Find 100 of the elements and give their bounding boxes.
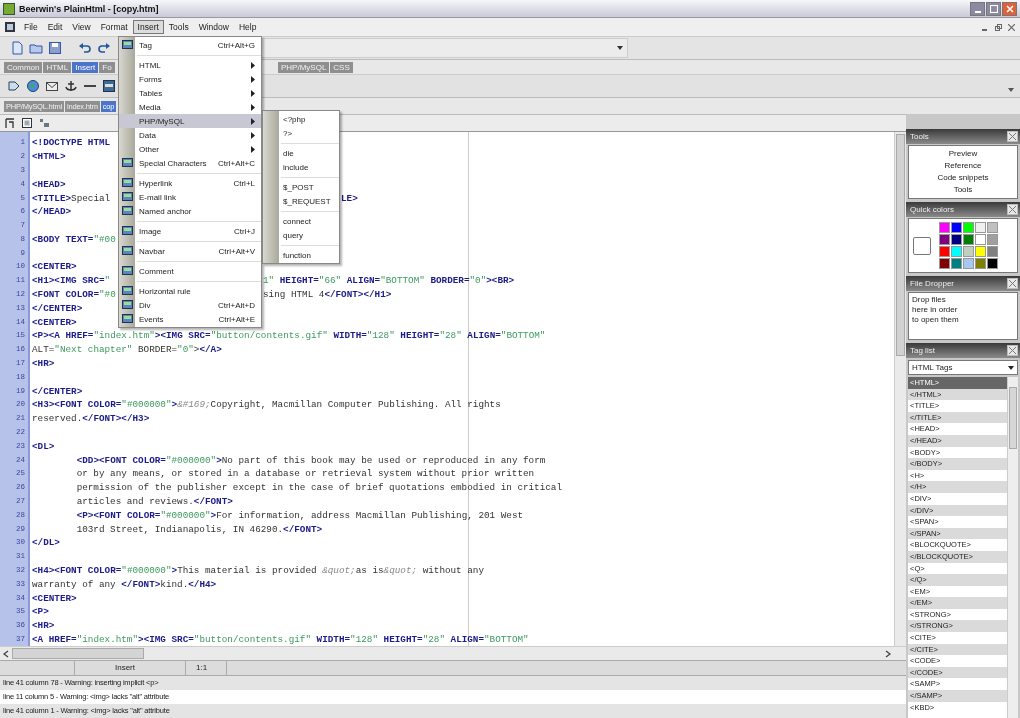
save-icon[interactable] — [48, 41, 62, 55]
caret-icon — [617, 46, 623, 50]
menu-item[interactable]: Window — [193, 20, 234, 34]
menu-item[interactable]: File — [19, 20, 43, 34]
close-icon[interactable] — [1008, 23, 1015, 31]
menu-option[interactable]: Navbar Ctrl+Alt+V — [119, 244, 261, 258]
panel-close-button[interactable] — [1007, 204, 1018, 215]
maximize-button[interactable] — [986, 1, 1001, 16]
panel-close-button[interactable] — [1007, 278, 1018, 289]
code-line: sing HTML 4</FONT></H1> — [263, 288, 392, 302]
code-editor[interactable] — [0, 131, 906, 647]
menu-option[interactable]: Comment — [119, 264, 261, 278]
framed-image-icon[interactable] — [21, 117, 33, 130]
current-color-swatch[interactable] — [913, 236, 931, 255]
code-line: <TITLE>Special — [32, 192, 111, 204]
envelope-icon[interactable] — [45, 79, 59, 93]
code-line: <HR> — [32, 620, 55, 632]
caret-icon[interactable] — [1008, 88, 1014, 92]
panel-close-button[interactable] — [1007, 345, 1018, 356]
menu-option[interactable]: Named anchor — [119, 204, 261, 218]
menu-option[interactable]: Data — [119, 128, 261, 142]
menu-option[interactable]: E-mail link — [119, 190, 261, 204]
tool-link[interactable]: Code snippets — [937, 172, 989, 184]
menu-option[interactable]: Hyperlink Ctrl+L — [119, 176, 261, 190]
menu-option[interactable]: $_REQUEST — [263, 194, 339, 208]
open-folder-icon[interactable] — [29, 41, 43, 55]
color-swatch[interactable] — [939, 234, 950, 245]
menu-item[interactable]: Help — [233, 20, 262, 34]
window-icon[interactable] — [102, 79, 116, 93]
tool-link[interactable]: Preview — [948, 148, 978, 160]
undo-icon[interactable] — [78, 41, 92, 55]
menu-option[interactable]: Horizontal rule — [119, 284, 261, 298]
text-format-icon[interactable] — [4, 117, 16, 130]
globe-icon[interactable] — [26, 79, 40, 93]
menu-item[interactable]: Tools — [163, 20, 194, 34]
menu-option[interactable]: Other — [119, 142, 261, 156]
menu-option[interactable]: Media — [119, 100, 261, 114]
menu-option[interactable]: Events Ctrl+Alt+E — [119, 312, 261, 326]
panel-close-button[interactable] — [1007, 131, 1018, 142]
color-swatch[interactable] — [975, 246, 986, 257]
color-swatch[interactable] — [963, 234, 974, 245]
vertical-scrollbar[interactable] — [1007, 377, 1018, 718]
menu-option[interactable]: die — [263, 146, 339, 160]
color-swatch[interactable] — [939, 258, 950, 269]
code-line: <HEAD> — [32, 178, 66, 190]
menu-option[interactable]: HTML — [119, 58, 261, 72]
tag-set-dropdown[interactable]: HTML Tags — [908, 360, 1018, 375]
menu-option[interactable]: function — [263, 248, 339, 262]
menu-option[interactable]: query — [263, 228, 339, 242]
toolbar-tab[interactable]: Insert — [72, 61, 99, 73]
menu-option[interactable]: Div Ctrl+Alt+D — [119, 298, 261, 312]
color-swatch[interactable] — [939, 246, 950, 257]
code-line: <H1><IMG SRC=" — [32, 275, 111, 287]
menu-item[interactable]: View — [67, 20, 96, 34]
menu-option[interactable]: $_POST — [263, 180, 339, 194]
horizontal-scrollbar[interactable] — [0, 646, 906, 660]
code-line: warranty of any </FONT>kind.</H4> — [32, 578, 217, 590]
color-swatch[interactable] — [963, 222, 974, 233]
menu-option[interactable]: Forms — [119, 72, 261, 86]
menu-option[interactable]: Special Characters Ctrl+Alt+C — [119, 156, 261, 170]
drop-zone-text: Drop files here in order to open them — [912, 295, 960, 325]
code-line: </CENTER> — [32, 302, 83, 314]
menu-item[interactable]: Insert — [132, 20, 164, 34]
color-swatch[interactable] — [951, 234, 962, 245]
document-icon[interactable] — [5, 22, 15, 32]
minimize-button[interactable] — [970, 1, 985, 16]
redo-icon[interactable] — [97, 41, 111, 55]
menu-option[interactable]: include — [263, 160, 339, 174]
vertical-scrollbar[interactable] — [894, 132, 906, 647]
color-swatch[interactable] — [975, 222, 986, 233]
color-swatch[interactable] — [987, 246, 998, 257]
color-swatch[interactable] — [939, 222, 950, 233]
menu-item[interactable]: Format — [95, 20, 133, 34]
code-line: <CENTER> — [32, 592, 77, 604]
color-swatch[interactable] — [951, 258, 962, 269]
code-line: <BODY TEXT="#00 — [32, 233, 116, 245]
code-line: 1" HEIGHT="66" ALIGN="BOTTOM" BORDER="0"><BR> — [263, 274, 515, 289]
menu-option[interactable]: ?> — [263, 126, 339, 140]
menu-option[interactable]: Image Ctrl+J — [119, 224, 261, 238]
color-swatch[interactable] — [987, 258, 998, 269]
new-document-icon[interactable] — [10, 41, 24, 55]
tool-link[interactable]: Reference — [944, 160, 982, 172]
menu-option[interactable]: Tag Ctrl+Alt+G — [119, 38, 261, 52]
color-swatch[interactable] — [987, 234, 998, 245]
color-swatch[interactable] — [975, 258, 986, 269]
menu-item[interactable]: Edit — [42, 20, 68, 34]
color-swatch[interactable] — [951, 246, 962, 257]
menu-option[interactable]: <?php — [263, 112, 339, 126]
menu-option[interactable]: Tables — [119, 86, 261, 100]
close-button[interactable] — [1002, 1, 1017, 16]
color-swatch[interactable] — [963, 246, 974, 257]
menu-option[interactable]: PHP/MySQL — [119, 114, 261, 128]
anchor-icon[interactable] — [64, 79, 78, 93]
restore-icon[interactable] — [995, 23, 1002, 31]
color-swatch[interactable] — [951, 222, 962, 233]
color-swatch[interactable] — [975, 234, 986, 245]
color-swatch[interactable] — [987, 222, 998, 233]
color-swatch[interactable] — [963, 258, 974, 269]
menu-option[interactable]: connect — [263, 214, 339, 228]
tool-link[interactable]: Tools — [953, 184, 973, 196]
